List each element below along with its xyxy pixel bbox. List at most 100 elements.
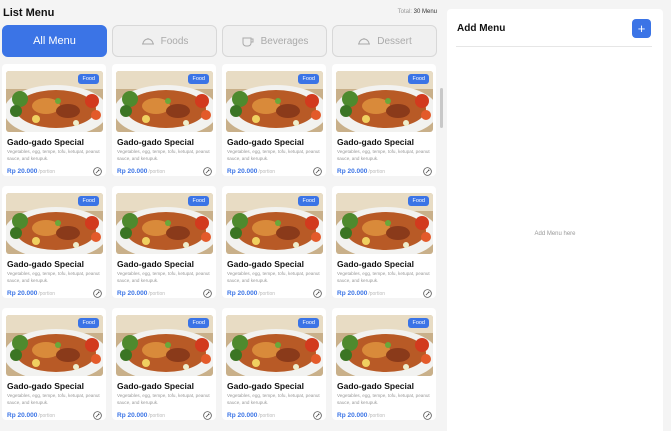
price-value: Rp 20.000	[227, 168, 258, 175]
menu-description: Vegetables, egg, tempe, tofu, ketupat, p…	[337, 149, 430, 161]
menu-description: Vegetables, egg, tempe, tofu, ketupat, p…	[227, 149, 320, 161]
edit-icon[interactable]	[93, 167, 102, 176]
total-count: Total: 30 Menu	[398, 9, 437, 15]
list-header: List Menu Total: 30 Menu	[3, 5, 440, 21]
tab-foods[interactable]: Foods	[112, 25, 217, 57]
menu-card[interactable]: Food Gado-gado Special Vegetables, egg, …	[222, 64, 326, 176]
category-badge: Food	[188, 196, 209, 206]
menu-card[interactable]: Food Gado-gado Special Vegetables, egg, …	[332, 186, 436, 298]
menu-name: Gado-gado Special	[337, 137, 414, 147]
price-unit: /portion	[258, 413, 276, 419]
price-unit: /portion	[148, 291, 166, 297]
food-photo: Food	[336, 193, 433, 254]
menu-description: Vegetables, egg, tempe, tofu, ketupat, p…	[337, 393, 430, 405]
edit-icon[interactable]	[203, 289, 212, 298]
menu-description: Vegetables, egg, tempe, tofu, ketupat, p…	[117, 393, 210, 405]
scrollbar[interactable]	[440, 88, 443, 128]
price-unit: /portion	[148, 413, 166, 419]
price-unit: /portion	[38, 413, 56, 419]
menu-card[interactable]: Food Gado-gado Special Vegetables, egg, …	[112, 308, 216, 420]
category-badge: Food	[408, 196, 429, 206]
food-photo: Food	[226, 315, 323, 376]
menu-card[interactable]: Food Gado-gado Special Vegetables, egg, …	[112, 186, 216, 298]
food-photo: Food	[6, 193, 103, 254]
category-badge: Food	[408, 74, 429, 84]
menu-price: Rp 20.000/portion	[227, 290, 275, 297]
price-value: Rp 20.000	[7, 412, 38, 419]
tab-all-menu[interactable]: All Menu	[2, 25, 107, 57]
price-value: Rp 20.000	[337, 168, 368, 175]
menu-price: Rp 20.000/portion	[117, 168, 165, 175]
menu-description: Vegetables, egg, tempe, tofu, ketupat, p…	[227, 271, 320, 283]
price-value: Rp 20.000	[7, 290, 38, 297]
category-badge: Food	[78, 196, 99, 206]
menu-description: Vegetables, egg, tempe, tofu, ketupat, p…	[117, 149, 210, 161]
menu-card[interactable]: Food Gado-gado Special Vegetables, egg, …	[332, 308, 436, 420]
food-photo: Food	[6, 315, 103, 376]
price-value: Rp 20.000	[117, 290, 148, 297]
edit-icon[interactable]	[313, 411, 322, 420]
price-value: Rp 20.000	[117, 412, 148, 419]
food-photo: Food	[336, 71, 433, 132]
tab-dessert[interactable]: Dessert	[332, 25, 437, 57]
menu-name: Gado-gado Special	[227, 259, 304, 269]
menu-card[interactable]: Food Gado-gado Special Vegetables, egg, …	[332, 64, 436, 176]
price-unit: /portion	[258, 291, 276, 297]
food-photo: Food	[6, 71, 103, 132]
edit-icon[interactable]	[423, 289, 432, 298]
add-menu-title: Add Menu	[457, 23, 506, 34]
menu-price: Rp 20.000/portion	[337, 412, 385, 419]
divider	[456, 46, 652, 47]
price-unit: /portion	[38, 291, 56, 297]
price-unit: /portion	[368, 413, 386, 419]
edit-icon[interactable]	[313, 289, 322, 298]
menu-name: Gado-gado Special	[7, 259, 84, 269]
price-unit: /portion	[368, 291, 386, 297]
menu-card[interactable]: Food Gado-gado Special Vegetables, egg, …	[222, 308, 326, 420]
menu-card[interactable]: Food Gado-gado Special Vegetables, egg, …	[2, 186, 106, 298]
cloche-icon	[358, 38, 371, 45]
price-value: Rp 20.000	[7, 168, 38, 175]
menu-name: Gado-gado Special	[7, 381, 84, 391]
menu-price: Rp 20.000/portion	[337, 168, 385, 175]
menu-card[interactable]: Food Gado-gado Special Vegetables, egg, …	[112, 64, 216, 176]
edit-icon[interactable]	[203, 167, 212, 176]
menu-card[interactable]: Food Gado-gado Special Vegetables, egg, …	[2, 64, 106, 176]
price-unit: /portion	[38, 169, 56, 175]
menu-description: Vegetables, egg, tempe, tofu, ketupat, p…	[337, 271, 430, 283]
edit-icon[interactable]	[313, 167, 322, 176]
edit-icon[interactable]	[203, 411, 212, 420]
tab-beverages[interactable]: Beverages	[222, 25, 327, 57]
page-title: List Menu	[3, 7, 55, 19]
tab-label: Foods	[160, 35, 189, 47]
menu-grid: Food Gado-gado Special Vegetables, egg, …	[2, 64, 436, 431]
price-value: Rp 20.000	[117, 168, 148, 175]
category-badge: Food	[408, 318, 429, 328]
add-menu-button[interactable]: +	[632, 19, 651, 38]
edit-icon[interactable]	[93, 289, 102, 298]
category-badge: Food	[78, 318, 99, 328]
total-value: 30 Menu	[413, 9, 437, 15]
price-value: Rp 20.000	[337, 412, 368, 419]
menu-name: Gado-gado Special	[337, 381, 414, 391]
menu-price: Rp 20.000/portion	[7, 412, 55, 419]
category-badge: Food	[78, 74, 99, 84]
edit-icon[interactable]	[93, 411, 102, 420]
menu-name: Gado-gado Special	[117, 259, 194, 269]
category-tabs: All Menu Foods Beverages Dessert	[2, 25, 438, 57]
menu-name: Gado-gado Special	[117, 381, 194, 391]
price-unit: /portion	[148, 169, 166, 175]
menu-name: Gado-gado Special	[337, 259, 414, 269]
edit-icon[interactable]	[423, 167, 432, 176]
menu-name: Gado-gado Special	[7, 137, 84, 147]
tab-label: Dessert	[377, 35, 412, 47]
menu-card[interactable]: Food Gado-gado Special Vegetables, egg, …	[2, 308, 106, 420]
edit-icon[interactable]	[423, 411, 432, 420]
cup-icon	[242, 37, 254, 47]
menu-price: Rp 20.000/portion	[117, 412, 165, 419]
cloche-icon	[141, 38, 154, 45]
menu-description: Vegetables, egg, tempe, tofu, ketupat, p…	[7, 271, 100, 283]
price-value: Rp 20.000	[227, 412, 258, 419]
menu-card[interactable]: Food Gado-gado Special Vegetables, egg, …	[222, 186, 326, 298]
menu-name: Gado-gado Special	[117, 137, 194, 147]
